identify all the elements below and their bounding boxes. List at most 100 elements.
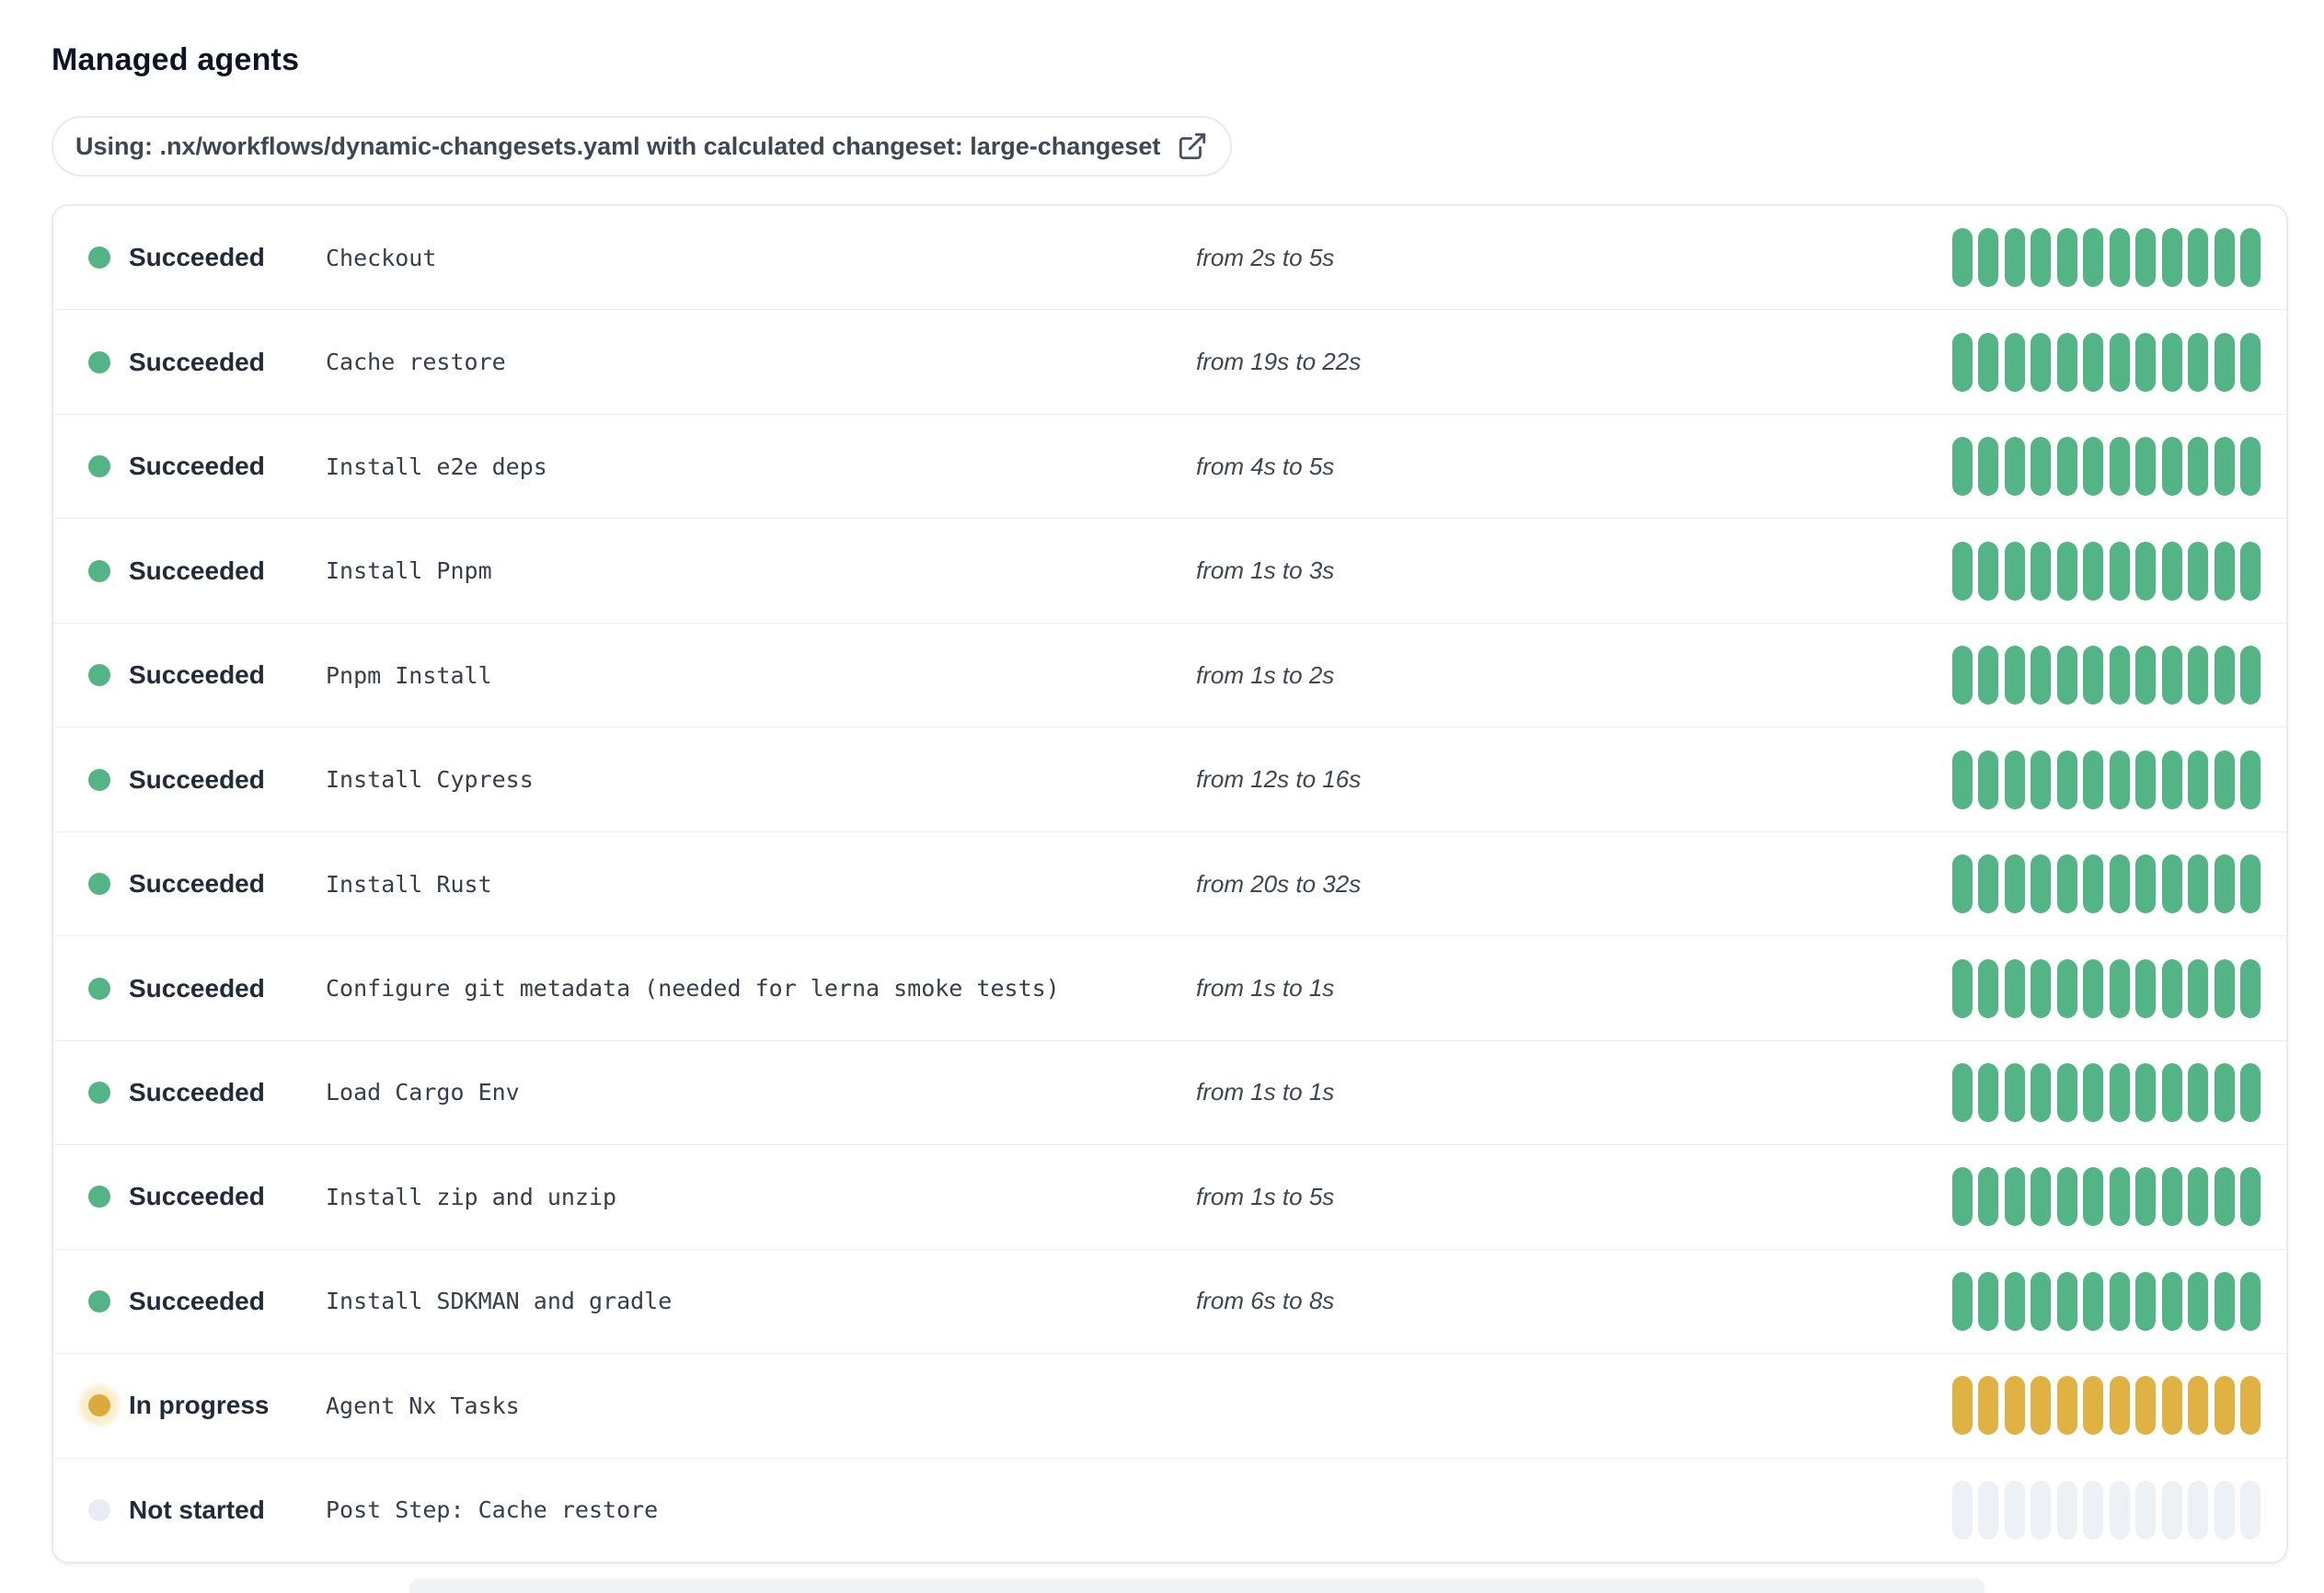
progress-segment	[1978, 958, 1998, 1018]
progress-segment	[2004, 437, 2025, 497]
progress-segment	[2004, 1480, 2025, 1540]
agent-row[interactable]: Succeeded Pnpm Install from 1s to 2s	[53, 622, 2286, 727]
agent-row[interactable]: Succeeded Install SDKMAN and gradle from 6…	[53, 1248, 2286, 1353]
progress-segment	[2004, 1271, 2025, 1331]
progress-segment	[2188, 1376, 2208, 1436]
progress-segment	[2161, 228, 2182, 288]
progress-segment	[2056, 332, 2077, 392]
progress-segment	[2135, 228, 2156, 288]
progress-segment	[2004, 646, 2025, 705]
agent-row[interactable]: Succeeded Install Pnpm from 1s to 3s	[53, 518, 2286, 622]
progress-segment	[2109, 541, 2130, 601]
status-cell: Succeeded	[53, 1182, 326, 1211]
progress-segment	[2056, 750, 2077, 809]
progress-segment	[2188, 958, 2208, 1018]
agent-row[interactable]: In progress Agent Nx Tasks	[53, 1353, 2286, 1457]
status-label: Succeeded	[129, 1286, 265, 1315]
progress-segment	[2161, 1271, 2182, 1331]
step-duration: from 6s to 8s	[1196, 1287, 1335, 1315]
progress-segment	[1951, 854, 1973, 914]
agent-row[interactable]: Succeeded Install zip and unzip from 1s to…	[53, 1144, 2286, 1248]
progress-segment	[2214, 1062, 2235, 1122]
progress-segment	[2083, 1167, 2103, 1227]
progress-segment	[1978, 646, 1998, 705]
status-cell: Succeeded	[53, 660, 326, 690]
progress-segment	[2056, 1480, 2077, 1540]
step-duration: from 1s to 1s	[1196, 974, 1335, 1003]
progress-segment	[2109, 854, 2130, 914]
progress-segment	[2135, 854, 2156, 914]
progress-segment	[2135, 332, 2156, 392]
progress-segment	[2161, 1062, 2182, 1122]
progress-segment	[2109, 1376, 2130, 1436]
status-cell: In progress	[53, 1391, 326, 1420]
agent-row[interactable]: Succeeded Configure git metadata (needed …	[53, 935, 2286, 1039]
progress-segment	[1951, 332, 1973, 392]
progress-segment	[2109, 228, 2130, 288]
progress-segment	[1978, 854, 1998, 914]
progress-segment	[2083, 228, 2103, 288]
status-cell: Succeeded	[53, 243, 326, 272]
agent-row[interactable]: Succeeded Install e2e deps from 4s to 5s	[53, 413, 2286, 518]
progress-segment	[2031, 332, 2051, 392]
step-name: Install Rust	[326, 870, 492, 898]
progress-segment	[2004, 1376, 2025, 1436]
step-name: Agent Nx Tasks	[326, 1392, 520, 1419]
progress-bar	[1951, 1167, 2261, 1227]
agent-row[interactable]: Succeeded Cache restore from 19s to 22s	[53, 309, 2286, 413]
step-name: Load Cargo Env	[326, 1079, 520, 1106]
progress-segment	[1951, 646, 1973, 705]
progress-segment	[2240, 1167, 2261, 1227]
progress-segment	[2161, 854, 2182, 914]
workflow-config-link[interactable]: Using: .nx/workflows/dynamic-changesets.…	[52, 116, 1233, 177]
progress-segment	[2214, 1167, 2235, 1227]
progress-segment	[1951, 228, 1973, 288]
progress-segment	[2161, 958, 2182, 1018]
progress-segment	[2056, 1376, 2077, 1436]
progress-segment	[2083, 1271, 2103, 1331]
progress-segment	[2240, 750, 2261, 809]
step-duration: from 1s to 5s	[1196, 1182, 1335, 1210]
status-label: Succeeded	[129, 660, 265, 690]
agent-row[interactable]: Not started Post Step: Cache restore	[53, 1457, 2286, 1562]
progress-segment	[2056, 854, 2077, 914]
status-label: Succeeded	[129, 973, 265, 1003]
progress-segment	[1978, 1480, 1998, 1540]
progress-segment	[2214, 750, 2235, 809]
status-cell: Succeeded	[53, 556, 326, 586]
status-dot	[88, 1394, 110, 1417]
status-label: Succeeded	[129, 764, 265, 794]
status-cell: Succeeded	[53, 1287, 326, 1316]
status-dot	[88, 350, 110, 373]
progress-segment	[2188, 750, 2208, 809]
progress-segment	[2240, 1376, 2261, 1436]
progress-segment	[2214, 228, 2235, 288]
workflow-config-label: Using: .nx/workflows/dynamic-changesets.…	[75, 132, 1161, 160]
progress-segment	[2031, 228, 2051, 288]
progress-segment	[2031, 437, 2051, 497]
progress-segment	[1978, 750, 1998, 809]
progress-segment	[2135, 437, 2156, 497]
agent-row[interactable]: Succeeded Install Rust from 20s to 32s	[53, 831, 2286, 935]
progress-segment	[2056, 228, 2077, 288]
progress-segment	[2056, 958, 2077, 1018]
progress-bar	[1951, 541, 2261, 601]
progress-segment	[2135, 1167, 2156, 1227]
status-label: Succeeded	[129, 347, 265, 376]
progress-segment	[2240, 228, 2261, 288]
status-dot	[88, 455, 110, 478]
progress-segment	[1951, 750, 1973, 809]
progress-segment	[2161, 541, 2182, 601]
agent-row[interactable]: Succeeded Checkout from 2s to 5s	[53, 206, 2286, 309]
progress-segment	[2161, 750, 2182, 809]
agent-row[interactable]: Succeeded Install Cypress from 12s to 16s	[53, 727, 2286, 831]
progress-segment	[2135, 1480, 2156, 1540]
progress-segment	[2004, 750, 2025, 809]
status-cell: Succeeded	[53, 974, 326, 1003]
progress-segment	[2135, 646, 2156, 705]
progress-bar	[1951, 1062, 2261, 1122]
progress-segment	[2161, 332, 2182, 392]
agent-row[interactable]: Succeeded Load Cargo Env from 1s to 1s	[53, 1039, 2286, 1144]
step-duration: from 1s to 2s	[1196, 660, 1335, 689]
progress-segment	[2214, 958, 2235, 1018]
